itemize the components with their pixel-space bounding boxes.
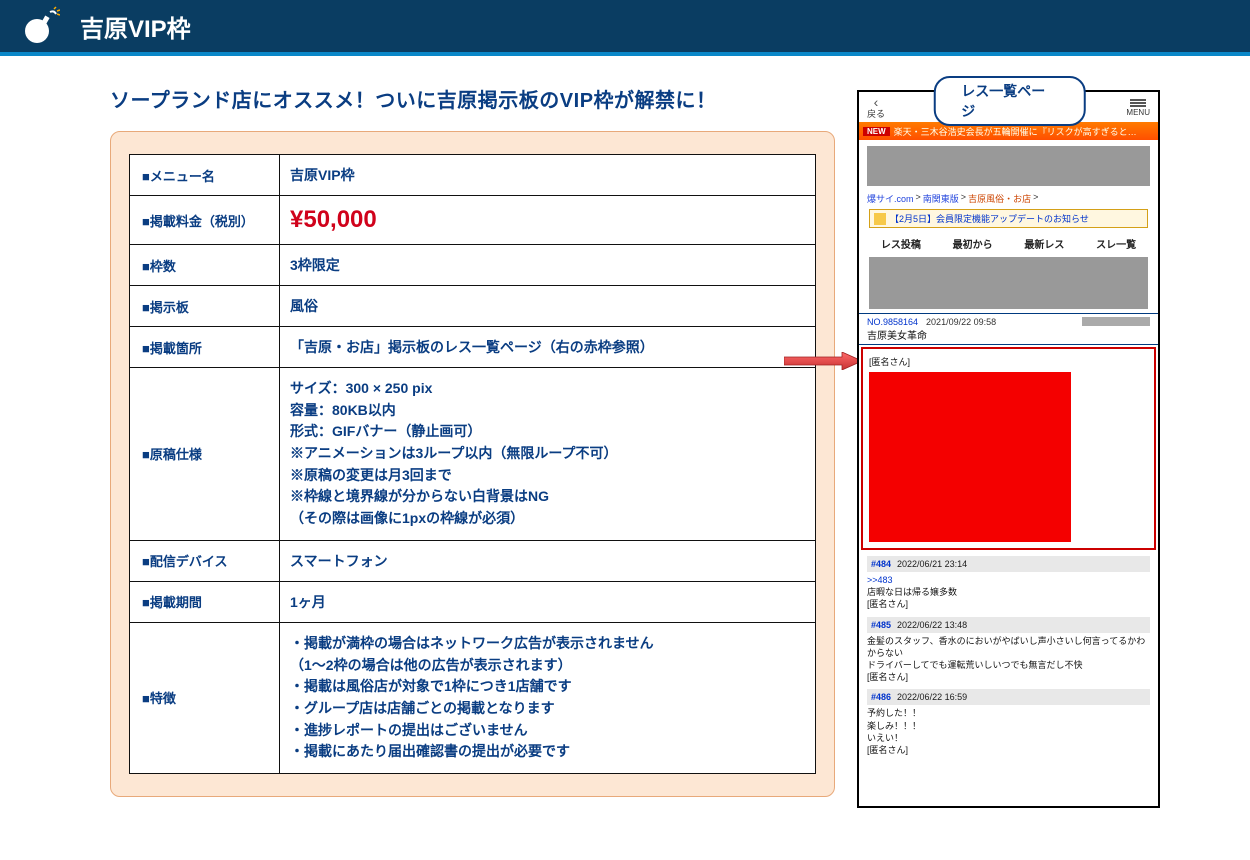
spec-line: 形式：GIFバナー（静止画可）	[290, 421, 805, 443]
row-value: 1ヶ月	[280, 581, 816, 622]
page-title: 吉原VIP枠	[80, 9, 191, 44]
update-text: 【2月5日】会員限定機能アップデートのお知らせ	[890, 212, 1089, 225]
comment-date: 2022/06/22 16:59	[897, 691, 967, 703]
right-column: レス一覧ページ ‹ 戻る ⚑吉原風俗・お店 MENU	[857, 84, 1162, 808]
post-title[interactable]: 吉原美女革命	[859, 327, 1158, 344]
phone-preview: ‹ 戻る ⚑吉原風俗・お店 MENU NEW 楽天・三木谷浩史会長が五輪開催に『…	[857, 90, 1160, 808]
thread-tabs: レス投稿 最初から 最新レス スレ一覧	[859, 232, 1158, 255]
row-value: 「吉原・お店」掲示板のレス一覧ページ（右の赤枠参照）	[280, 327, 816, 368]
spec-line: ※枠線と境界線が分からない白背景はNG	[290, 486, 805, 508]
row-value: 吉原VIP枠	[280, 155, 816, 196]
anon-label: [匿名さん]	[869, 355, 1148, 372]
feat-label: ■特徴	[130, 622, 280, 773]
spec-line: ※原稿の変更は月3回まで	[290, 465, 805, 487]
content-area: ソープランド店にオススメ！ついに吉原掲示板のVIP枠が解禁に！ ■メニュー名吉原…	[0, 56, 1250, 808]
feat-line: ・掲載は風俗店が対象で1枠につき1店舗です	[290, 676, 805, 698]
ad-placeholder-2	[869, 257, 1148, 309]
row-value: 3枠限定	[280, 245, 816, 286]
comment-num[interactable]: #484	[871, 558, 891, 570]
ad-placeholder	[867, 146, 1150, 186]
crumb-home[interactable]: 爆サイ.com	[867, 192, 914, 205]
spec-value: サイズ：300 × 250 pix容量：80KB以内形式：GIFバナー（静止画可…	[280, 368, 816, 541]
spec-line: 容量：80KB以内	[290, 400, 805, 422]
thread-tab[interactable]: 最初から	[953, 236, 993, 251]
comment-body: 店暇な日は帰る嬢多数	[867, 586, 1150, 598]
row-value: 風俗	[280, 286, 816, 327]
row-label: ■掲載料金（税別）	[130, 196, 280, 245]
spec-label: ■原稿仕様	[130, 368, 280, 541]
chevron-left-icon: ‹	[874, 97, 879, 107]
feat-line: ・進捗レポートの提出はございません	[290, 720, 805, 742]
row-label: ■掲載箇所	[130, 327, 280, 368]
spec-line: （その際は画像に1pxの枠線が必須）	[290, 508, 805, 530]
feat-line: ・グループ店は店舗ごとの掲載となります	[290, 698, 805, 720]
feat-line: （1～2枠の場合は他の広告が表示されます）	[290, 655, 805, 677]
post-id: NO.9858164	[867, 317, 918, 327]
new-badge: NEW	[863, 127, 890, 136]
feat-value: ・掲載が満枠の場合はネットワーク広告が表示されません（1～2枠の場合は他の広告が…	[280, 622, 816, 773]
comment-num[interactable]: #486	[871, 691, 891, 703]
post-meta: NO.9858164 2021/09/22 09:58	[859, 313, 1158, 327]
post-date: 2021/09/22 09:58	[926, 317, 996, 327]
comment-body: 予約した！！楽しみ！！！いえい！	[867, 707, 1150, 743]
crumb-current[interactable]: 吉原風俗・お店	[968, 192, 1031, 205]
update-banner[interactable]: 【2月5日】会員限定機能アップデートのお知らせ	[869, 209, 1148, 228]
bomb-icon	[20, 6, 60, 46]
row-value: ¥50,000	[280, 196, 816, 245]
comment: #485 2022/06/22 13:48 金髪のスタッフ、香水のにおいがやばいし声…	[859, 613, 1158, 686]
red-ad-banner[interactable]	[869, 372, 1071, 542]
comment: #486 2022/06/22 16:59 予約した！！楽しみ！！！いえい！[匿名さ…	[859, 685, 1158, 758]
menu-label: MENU	[1126, 108, 1150, 117]
comment-reply[interactable]: >>483	[867, 574, 1150, 586]
spec-line: サイズ：300 × 250 pix	[290, 378, 805, 400]
comment-sig: [匿名さん]	[867, 744, 1150, 756]
menu-button[interactable]: MENU	[1126, 99, 1150, 117]
comment-body: 金髪のスタッフ、香水のにおいがやばいし声小さいし何言ってるかわからないドライバー…	[867, 635, 1150, 671]
comment-date: 2022/06/22 13:48	[897, 619, 967, 631]
comment-sig: [匿名さん]	[867, 598, 1150, 610]
left-column: ソープランド店にオススメ！ついに吉原掲示板のVIP枠が解禁に！ ■メニュー名吉原…	[110, 84, 835, 808]
breadcrumb: 爆サイ.com > 南関東版 > 吉原風俗・お店 >	[859, 192, 1158, 205]
row-value: スマートフォン	[280, 540, 816, 581]
vip-ad-slot: [匿名さん]	[861, 347, 1156, 550]
comment-num[interactable]: #485	[871, 619, 891, 631]
back-button[interactable]: ‹ 戻る	[867, 97, 885, 120]
spec-table: ■メニュー名吉原VIP枠■掲載料金（税別）¥50,000■枠数3枠限定■掲示板風…	[129, 154, 816, 774]
back-label: 戻る	[867, 107, 885, 120]
news-text: 楽天・三木谷浩史会長が五輪開催に『リスクが高すぎると…	[894, 125, 1137, 138]
feat-line: ・掲載が満枠の場合はネットワーク広告が表示されません	[290, 633, 805, 655]
arrow-icon	[784, 352, 862, 370]
spec-table-wrap: ■メニュー名吉原VIP枠■掲載料金（税別）¥50,000■枠数3枠限定■掲示板風…	[110, 131, 835, 797]
comment: #484 2022/06/21 23:14 >>483店暇な日は帰る嬢多数[匿名さん…	[859, 552, 1158, 613]
intro-text: ソープランド店にオススメ！ついに吉原掲示板のVIP枠が解禁に！	[110, 84, 835, 113]
thread-tab[interactable]: スレ一覧	[1096, 236, 1136, 251]
comment-sig: [匿名さん]	[867, 671, 1150, 683]
feat-line: ・掲載にあたり届出確認書の提出が必要です	[290, 741, 805, 763]
page-header: 吉原VIP枠	[0, 0, 1250, 56]
row-label: ■枠数	[130, 245, 280, 286]
row-label: ■掲示板	[130, 286, 280, 327]
bell-icon	[874, 213, 886, 225]
thread-tab[interactable]: 最新レス	[1024, 236, 1064, 251]
comment-date: 2022/06/21 23:14	[897, 558, 967, 570]
row-label: ■配信デバイス	[130, 540, 280, 581]
spec-line: ※アニメーションは3ループ以内（無限ループ不可）	[290, 443, 805, 465]
row-label: ■メニュー名	[130, 155, 280, 196]
crumb-region[interactable]: 南関東版	[923, 192, 959, 205]
preview-tab-label: レス一覧ページ	[933, 76, 1086, 126]
thread-tab[interactable]: レス投稿	[881, 236, 921, 251]
meta-placeholder	[1082, 317, 1150, 326]
comment-list: #4842022/06/21 23:14>>483店暇な日は帰る嬢多数[匿名さん…	[859, 552, 1158, 758]
row-label: ■掲載期間	[130, 581, 280, 622]
